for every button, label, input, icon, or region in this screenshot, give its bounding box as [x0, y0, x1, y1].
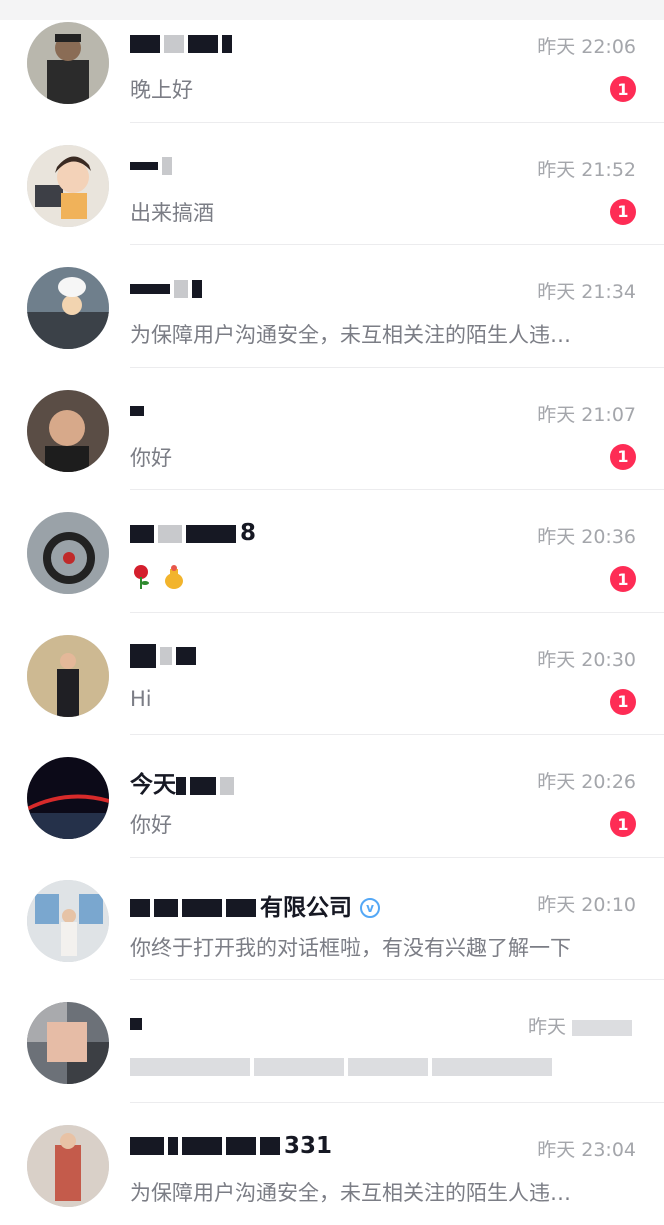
- message-time: 昨天 20:30: [537, 645, 636, 672]
- conversation-item[interactable]: 331 昨天 23:04 为保障用户沟通安全，未互相关注的陌生人违…: [0, 1103, 664, 1225]
- contact-name: 8: [130, 520, 256, 546]
- contact-name: [130, 153, 176, 179]
- conversation-item[interactable]: 昨天: [0, 980, 664, 1103]
- unread-badge: 1: [610, 689, 636, 715]
- message-time: 昨天 20:10: [537, 890, 636, 917]
- money-bag-emoji-icon: [163, 564, 185, 590]
- verified-icon: v: [360, 898, 380, 918]
- avatar[interactable]: [27, 635, 109, 717]
- conversation-item[interactable]: 昨天 21:34 为保障用户沟通安全，未互相关注的陌生人违…: [0, 245, 664, 368]
- message-time: 昨天: [528, 1012, 636, 1039]
- contact-name: 今天: [130, 765, 238, 799]
- message-preview: [130, 1054, 556, 1078]
- message-preview: 你好: [130, 442, 172, 472]
- message-preview: 为保障用户沟通安全，未互相关注的陌生人违…: [130, 1177, 571, 1207]
- message-time: 昨天 21:34: [537, 277, 636, 304]
- message-time: 昨天 20:26: [537, 767, 636, 794]
- contact-name: [130, 643, 200, 669]
- contact-name: 有限公司v: [130, 888, 380, 922]
- message-preview: Hi: [130, 687, 152, 711]
- avatar[interactable]: [27, 880, 109, 962]
- message-preview: 出来搞酒: [130, 197, 214, 227]
- unread-badge: 1: [610, 199, 636, 225]
- avatar[interactable]: [27, 757, 109, 839]
- message-preview: 你好: [130, 809, 172, 839]
- contact-name: 331: [130, 1133, 332, 1159]
- avatar[interactable]: [27, 1125, 109, 1207]
- conversation-item[interactable]: 有限公司v 昨天 20:10 你终于打开我的对话框啦，有没有兴趣了解一下: [0, 858, 664, 981]
- unread-badge: 1: [610, 566, 636, 592]
- unread-badge: 1: [610, 444, 636, 470]
- message-time: 昨天 21:52: [537, 155, 636, 182]
- message-time: 昨天 23:04: [537, 1135, 636, 1162]
- contact-name: [130, 1010, 146, 1036]
- unread-badge: 1: [610, 76, 636, 102]
- avatar[interactable]: [27, 390, 109, 472]
- contact-name: [130, 398, 148, 424]
- contact-name: [130, 30, 236, 56]
- conversation-item[interactable]: 今天 昨天 20:26 你好 1: [0, 735, 664, 858]
- conversation-list: 昨天 22:06 晚上好 1 昨天 21:52 出来搞酒 1 昨天 21:34 …: [0, 0, 664, 1225]
- avatar[interactable]: [27, 1002, 109, 1084]
- message-preview: 晚上好: [130, 74, 193, 104]
- avatar[interactable]: [27, 267, 109, 349]
- avatar[interactable]: [27, 22, 109, 104]
- message-time: 昨天 21:07: [537, 400, 636, 427]
- conversation-item[interactable]: 昨天 20:30 Hi 1: [0, 613, 664, 736]
- unread-badge: 1: [610, 811, 636, 837]
- conversation-item[interactable]: 昨天 21:52 出来搞酒 1: [0, 123, 664, 246]
- rose-emoji-icon: [130, 564, 152, 590]
- conversation-item[interactable]: 8 昨天 20:36 1: [0, 490, 664, 613]
- message-preview: 你终于打开我的对话框啦，有没有兴趣了解一下: [130, 932, 571, 962]
- conversation-item[interactable]: 昨天 22:06 晚上好 1: [0, 0, 664, 123]
- message-preview: [130, 564, 189, 590]
- message-time: 昨天 20:36: [537, 522, 636, 549]
- conversation-item[interactable]: 昨天 21:07 你好 1: [0, 368, 664, 491]
- message-time: 昨天 22:06: [537, 32, 636, 59]
- message-preview: 为保障用户沟通安全，未互相关注的陌生人违…: [130, 319, 571, 349]
- avatar[interactable]: [27, 145, 109, 227]
- contact-name: [130, 275, 206, 301]
- avatar[interactable]: [27, 512, 109, 594]
